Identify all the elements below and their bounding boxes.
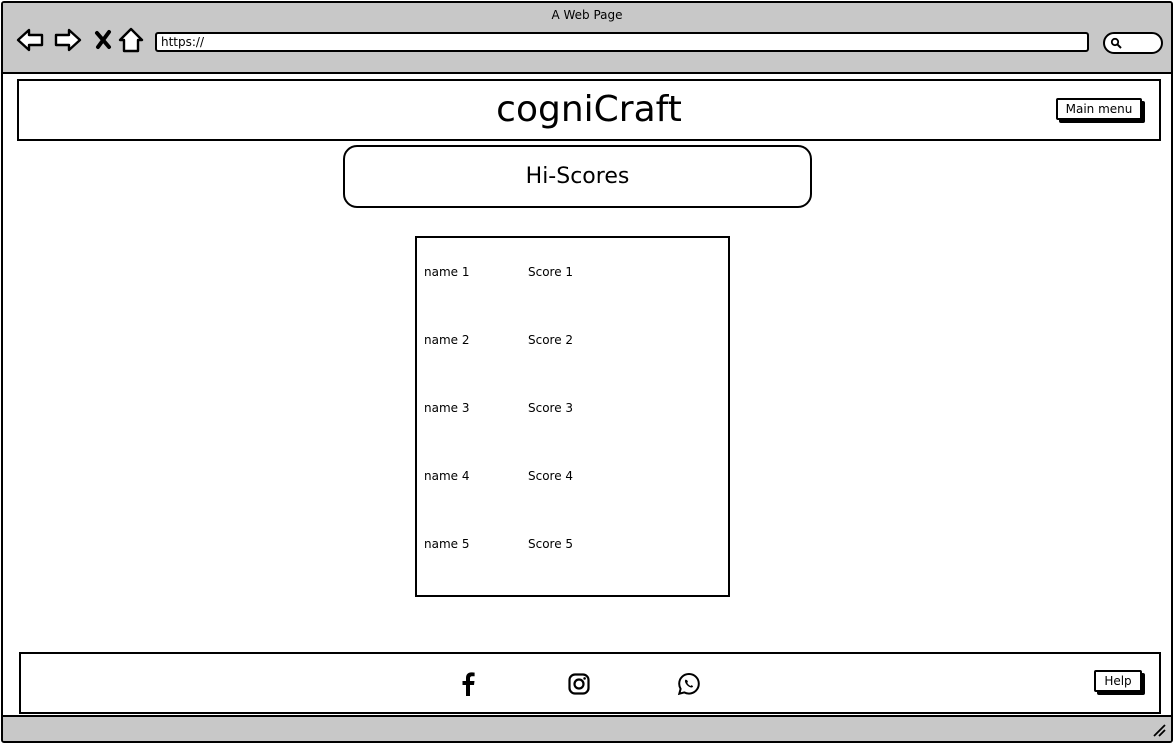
table-row: name 3 Score 3	[417, 401, 728, 419]
player-name: name 1	[424, 265, 470, 279]
brand-logo-text: cogniCraft	[496, 89, 682, 130]
help-button[interactable]: Help	[1094, 670, 1142, 692]
player-score: Score 3	[528, 401, 574, 415]
player-score: Score 4	[528, 469, 574, 483]
player-name: name 4	[424, 469, 470, 483]
main-menu-button[interactable]: Main menu	[1056, 98, 1142, 120]
table-row: name 2 Score 2	[417, 333, 728, 351]
status-bar	[3, 715, 1171, 741]
site-footer: Help	[19, 652, 1161, 714]
forward-arrow-icon[interactable]	[53, 25, 83, 55]
search-icon	[1110, 37, 1122, 49]
hiscore-table: name 1 Score 1 name 2 Score 2 name 3 Sco…	[415, 236, 730, 597]
window-title: A Web Page	[551, 8, 623, 22]
facebook-icon[interactable]	[455, 671, 481, 697]
player-name: name 2	[424, 333, 470, 347]
player-score: Score 2	[528, 333, 574, 347]
resize-grip-icon[interactable]	[1151, 722, 1167, 738]
player-score: Score 5	[528, 537, 574, 551]
browser-window: A Web Page https:// cogniCraft Main menu…	[1, 1, 1173, 743]
instagram-icon[interactable]	[566, 671, 592, 697]
browser-toolbar: A Web Page https://	[3, 3, 1171, 74]
browser-search-field[interactable]	[1103, 32, 1163, 54]
whatsapp-icon[interactable]	[676, 671, 702, 697]
back-arrow-icon[interactable]	[15, 25, 45, 55]
player-name: name 3	[424, 401, 470, 415]
site-header: cogniCraft Main menu	[17, 79, 1161, 141]
table-row: name 1 Score 1	[417, 265, 728, 283]
home-icon[interactable]	[116, 25, 146, 55]
page-title: Hi-Scores	[343, 145, 812, 208]
table-row: name 5 Score 5	[417, 537, 728, 555]
player-name: name 5	[424, 537, 470, 551]
player-score: Score 1	[528, 265, 574, 279]
table-row: name 4 Score 4	[417, 469, 728, 487]
address-bar[interactable]: https://	[155, 32, 1089, 52]
close-x-icon[interactable]	[89, 25, 119, 55]
